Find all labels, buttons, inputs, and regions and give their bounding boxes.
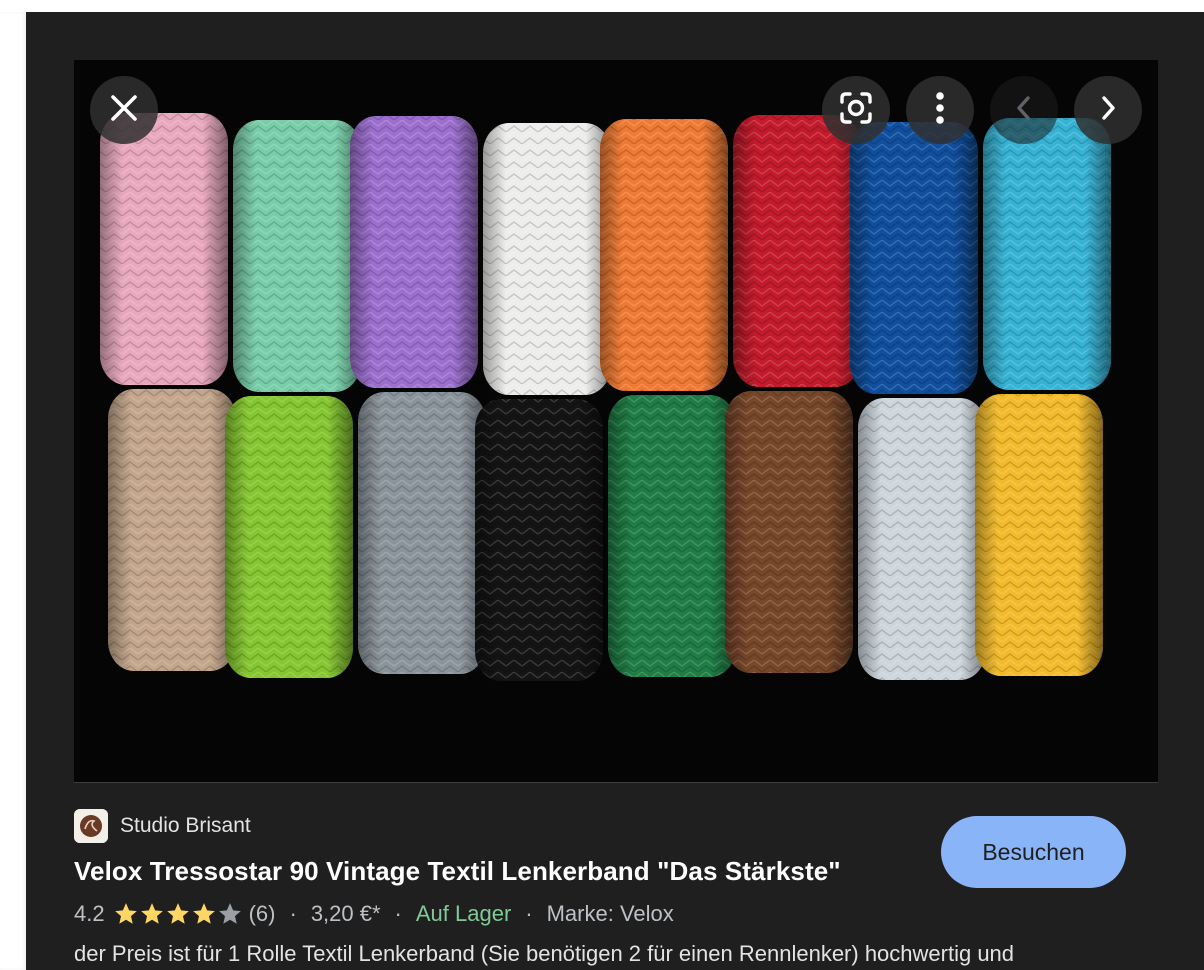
tape-roll xyxy=(725,391,853,673)
star-filled-icon xyxy=(114,903,137,924)
result-description: der Preis ist für 1 Rolle Textil Lenkerb… xyxy=(74,941,1015,966)
separator-dot: · xyxy=(289,901,297,926)
tape-row-top xyxy=(100,113,1111,395)
tape-roll xyxy=(858,398,986,680)
review-count: (6) xyxy=(248,901,276,926)
separator-dot: · xyxy=(394,901,402,926)
price: 3,20 €* xyxy=(310,901,381,926)
tape-roll xyxy=(608,395,736,677)
page-left-edge xyxy=(0,12,26,970)
tape-roll xyxy=(100,113,228,385)
source-name: Studio Brisant xyxy=(120,814,251,837)
google-lens-button[interactable] xyxy=(822,76,890,144)
tape-roll xyxy=(850,122,978,394)
tape-roll xyxy=(483,123,611,395)
product-image[interactable] xyxy=(74,60,1158,783)
google-lens-icon xyxy=(839,91,873,130)
star-filled-icon xyxy=(140,903,163,924)
product-info-row: 4.2 (6) · 3,20 €* · Auf Lager · Marke: V… xyxy=(74,901,1154,927)
more-vert-icon xyxy=(935,91,945,130)
tape-roll xyxy=(358,392,486,674)
rating-value: 4.2 xyxy=(74,901,105,926)
separator-dot: · xyxy=(525,901,533,926)
tape-roll xyxy=(233,120,361,392)
star-empty-icon xyxy=(218,903,241,924)
tape-roll xyxy=(475,399,603,681)
chevron-right-icon xyxy=(1099,95,1117,126)
stock-status: Auf Lager xyxy=(415,901,512,926)
star-filled-icon xyxy=(166,903,189,924)
site-favicon xyxy=(74,809,108,843)
page-top-edge xyxy=(0,0,1204,12)
chevron-left-icon xyxy=(1015,95,1033,126)
tape-roll xyxy=(733,115,861,387)
tape-roll xyxy=(108,389,236,671)
rating-stars xyxy=(113,901,243,927)
tape-roll xyxy=(350,116,478,388)
tape-roll xyxy=(225,396,353,678)
next-image-button[interactable] xyxy=(1074,76,1142,144)
visit-button[interactable]: Besuchen xyxy=(941,816,1126,888)
star-filled-icon xyxy=(192,903,215,924)
page: Studio Brisant Velox Tressostar 90 Vinta… xyxy=(0,0,1204,970)
previous-image-button[interactable] xyxy=(990,76,1058,144)
close-icon xyxy=(109,93,139,128)
tape-roll xyxy=(975,394,1103,676)
more-options-button[interactable] xyxy=(906,76,974,144)
close-button[interactable] xyxy=(90,76,158,144)
image-viewer-panel: Studio Brisant Velox Tressostar 90 Vinta… xyxy=(26,12,1204,970)
tape-roll xyxy=(600,119,728,391)
tape-rolls-photo xyxy=(74,60,1158,782)
tape-roll xyxy=(983,118,1111,390)
brand: Marke: Velox xyxy=(546,901,674,926)
